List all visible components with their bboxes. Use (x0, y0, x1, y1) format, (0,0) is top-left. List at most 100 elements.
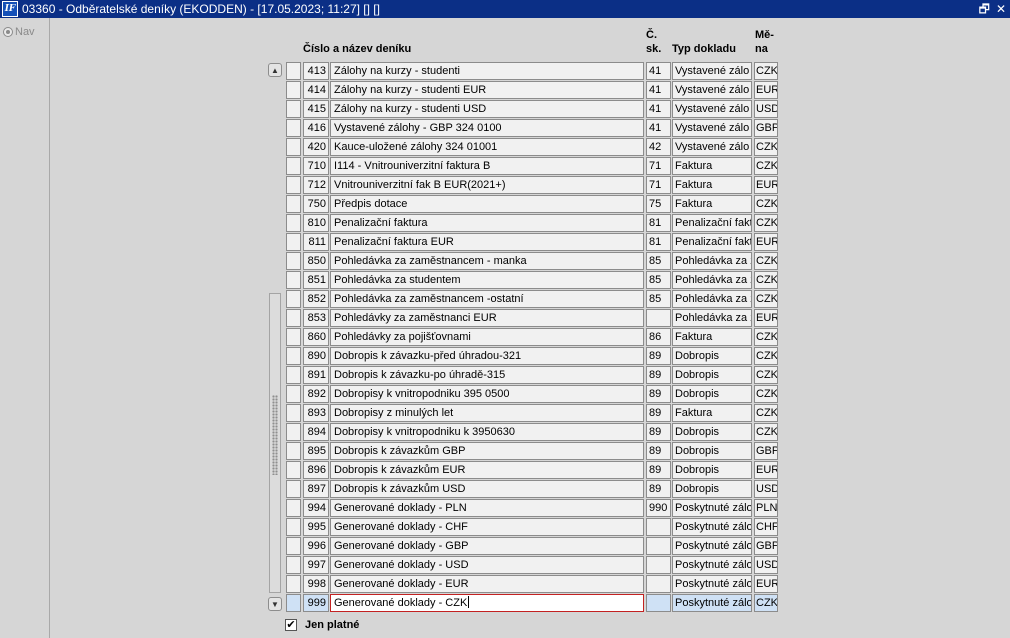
document-type-field[interactable]: Dobropis (672, 347, 752, 365)
journal-group-field[interactable]: 41 (646, 100, 671, 118)
document-type-field[interactable]: Faktura (672, 176, 752, 194)
journal-group-field[interactable]: 75 (646, 195, 671, 213)
journal-name-field[interactable]: Pohledávka za studentem (330, 271, 644, 289)
row-selector[interactable] (286, 309, 301, 327)
document-type-field[interactable]: Pohledávka za z (672, 271, 752, 289)
journal-name-field[interactable]: Dobropisy k vnitropodniku k 3950630 (330, 423, 644, 441)
journal-group-field[interactable]: 990 (646, 499, 671, 517)
row-selector[interactable] (286, 100, 301, 118)
currency-field[interactable]: USD (754, 480, 778, 498)
journal-number[interactable]: 896 (303, 461, 329, 479)
journal-name-field[interactable]: Pohledávka za zaměstnancem -ostatní (330, 290, 644, 308)
journal-number[interactable]: 810 (303, 214, 329, 232)
close-icon[interactable]: ✕ (996, 1, 1006, 17)
document-type-field[interactable]: Pohledávka za z (672, 252, 752, 270)
row-selector[interactable] (286, 119, 301, 137)
document-type-field[interactable]: Dobropis (672, 385, 752, 403)
journal-number[interactable]: 413 (303, 62, 329, 80)
nav-radio-icon[interactable] (3, 27, 13, 37)
document-type-field[interactable]: Penalizační fakt (672, 233, 752, 251)
currency-field[interactable]: EUR (754, 461, 778, 479)
journal-name-field[interactable]: Dobropis k závazkům USD (330, 480, 644, 498)
document-type-field[interactable]: Vystavené zálo (672, 100, 752, 118)
only-valid-checkbox[interactable]: ✔ (285, 619, 297, 631)
currency-field[interactable]: CZK (754, 404, 778, 422)
journal-group-field[interactable] (646, 537, 671, 555)
journal-group-field[interactable]: 71 (646, 157, 671, 175)
row-selector[interactable] (286, 138, 301, 156)
journal-group-field[interactable]: 41 (646, 119, 671, 137)
document-type-field[interactable]: Penalizační fakt (672, 214, 752, 232)
journal-number[interactable]: 999 (303, 594, 329, 612)
journal-group-field[interactable]: 41 (646, 81, 671, 99)
row-selector[interactable] (286, 81, 301, 99)
journal-group-field[interactable] (646, 518, 671, 536)
journal-name-field[interactable]: Vnitrouniverzitní fak B EUR(2021+) (330, 176, 644, 194)
journal-number[interactable]: 891 (303, 366, 329, 384)
journal-name-field[interactable]: Zálohy na kurzy - studenti (330, 62, 644, 80)
document-type-field[interactable]: Faktura (672, 195, 752, 213)
journal-group-field[interactable]: 42 (646, 138, 671, 156)
row-selector[interactable] (286, 499, 301, 517)
row-selector[interactable] (286, 537, 301, 555)
document-type-field[interactable]: Pohledávka za z (672, 290, 752, 308)
journal-group-field[interactable]: 85 (646, 252, 671, 270)
currency-field[interactable]: PLN (754, 499, 778, 517)
journal-name-field[interactable]: I114 - Vnitrouniverzitní faktura B (330, 157, 644, 175)
journal-name-field[interactable]: Zálohy na kurzy - studenti EUR (330, 81, 644, 99)
journal-number[interactable]: 852 (303, 290, 329, 308)
journal-name-field[interactable]: Generované doklady - CZK (330, 594, 644, 612)
currency-field[interactable]: CZK (754, 385, 778, 403)
currency-field[interactable]: GBP (754, 119, 778, 137)
journal-number[interactable]: 892 (303, 385, 329, 403)
row-selector[interactable] (286, 594, 301, 612)
journal-group-field[interactable]: 89 (646, 461, 671, 479)
journal-name-field[interactable]: Pohledávky za zaměstnanci EUR (330, 309, 644, 327)
journal-group-field[interactable] (646, 594, 671, 612)
currency-field[interactable]: CZK (754, 290, 778, 308)
journal-group-field[interactable] (646, 575, 671, 593)
journal-name-field[interactable]: Dobropis k závazku-po úhradě-315 (330, 366, 644, 384)
journal-name-field[interactable]: Pohledávka za zaměstnancem - manka (330, 252, 644, 270)
scroll-up-button[interactable]: ▲ (268, 63, 282, 77)
row-selector[interactable] (286, 195, 301, 213)
document-type-field[interactable]: Poskytnuté zálo (672, 575, 752, 593)
row-selector[interactable] (286, 518, 301, 536)
journal-number[interactable]: 851 (303, 271, 329, 289)
document-type-field[interactable]: Vystavené zálo (672, 138, 752, 156)
document-type-field[interactable]: Poskytnuté zálo (672, 556, 752, 574)
journal-name-field[interactable]: Generované doklady - CHF (330, 518, 644, 536)
journal-number[interactable]: 415 (303, 100, 329, 118)
journal-name-field[interactable]: Generované doklady - GBP (330, 537, 644, 555)
document-type-field[interactable]: Faktura (672, 328, 752, 346)
document-type-field[interactable]: Dobropis (672, 442, 752, 460)
restore-icon[interactable]: 🗗 (979, 1, 990, 17)
journal-name-field[interactable]: Dobropisy z minulých let (330, 404, 644, 422)
document-type-field[interactable]: Dobropis (672, 480, 752, 498)
currency-field[interactable]: CZK (754, 328, 778, 346)
document-type-field[interactable]: Poskytnuté zálo (672, 594, 752, 612)
journal-number[interactable]: 997 (303, 556, 329, 574)
journal-group-field[interactable]: 86 (646, 328, 671, 346)
row-selector[interactable] (286, 157, 301, 175)
nav-option[interactable]: Nav (3, 26, 35, 38)
document-type-field[interactable]: Poskytnuté zálo (672, 499, 752, 517)
journal-group-field[interactable]: 85 (646, 290, 671, 308)
journal-name-field[interactable]: Generované doklady - PLN (330, 499, 644, 517)
currency-field[interactable]: EUR (754, 81, 778, 99)
journal-group-field[interactable]: 89 (646, 347, 671, 365)
document-type-field[interactable]: Dobropis (672, 366, 752, 384)
currency-field[interactable]: CZK (754, 62, 778, 80)
currency-field[interactable]: CHF (754, 518, 778, 536)
journal-number[interactable]: 890 (303, 347, 329, 365)
journal-name-field[interactable]: Pohledávky za pojišťovnami (330, 328, 644, 346)
document-type-field[interactable]: Faktura (672, 404, 752, 422)
currency-field[interactable]: CZK (754, 138, 778, 156)
row-selector[interactable] (286, 366, 301, 384)
journal-name-field[interactable]: Dobropis k závazkům GBP (330, 442, 644, 460)
journal-group-field[interactable]: 71 (646, 176, 671, 194)
currency-field[interactable]: EUR (754, 176, 778, 194)
journal-number[interactable]: 994 (303, 499, 329, 517)
row-selector[interactable] (286, 271, 301, 289)
journal-number[interactable]: 860 (303, 328, 329, 346)
